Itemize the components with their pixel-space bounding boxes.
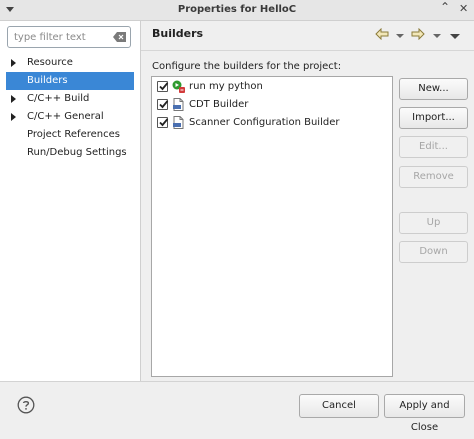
filter-box[interactable] [7,26,131,48]
import-button[interactable]: Import... [399,107,468,129]
edit-button[interactable]: Edit... [399,136,468,158]
help-icon[interactable] [17,396,35,414]
builder-icon [173,116,184,129]
tree-item-label: C/C++ General [27,111,104,122]
builder-checkbox[interactable] [157,117,169,128]
forward-history-dropdown-icon[interactable] [433,28,441,40]
cancel-button[interactable]: Cancel [299,394,379,418]
back-history-dropdown-icon[interactable] [396,28,404,40]
bottom-separator [0,381,474,382]
tree-item-label: Resource [27,57,73,68]
builder-label: Scanner Configuration Builder [189,117,340,128]
expand-arrow-icon[interactable] [11,59,16,67]
checkmark-icon [159,118,169,127]
tree-item-project-references[interactable]: Project References [0,126,140,144]
checkmark-icon [159,82,169,91]
builder-checkbox[interactable] [157,81,169,92]
tree-item-builders[interactable]: Builders [6,72,134,90]
new-button[interactable]: New... [399,78,468,100]
remove-button[interactable]: Remove [399,166,468,188]
tree-item-cpp-general[interactable]: C/C++ General [0,108,140,126]
apply-and-close-button[interactable]: Apply and Close [384,394,465,433]
expand-arrow-icon[interactable] [11,113,16,121]
builder-label: run my python [189,81,263,92]
tree-item-label: Builders [27,75,68,86]
expand-arrow-icon[interactable] [11,95,16,103]
forward-arrow-icon[interactable] [411,28,425,40]
builder-list[interactable]: run my python CDT Builder Scanner Config… [151,76,393,377]
close-icon[interactable]: ✕ [459,2,468,15]
up-button[interactable]: Up [399,212,468,234]
clear-filter-icon[interactable] [113,32,126,42]
builder-icon [173,98,184,111]
checkmark-icon [159,100,169,109]
window-title: Properties for HelloC [177,4,297,15]
builder-checkbox[interactable] [157,99,169,110]
title-bar: Properties for HelloC ⌃ ✕ [0,0,474,21]
property-tree: Resource Builders C/C++ Build C/C++ Gene… [0,54,140,162]
page-title: Builders [152,27,204,40]
tree-item-label: Run/Debug Settings [27,147,127,158]
builder-label: CDT Builder [189,99,249,110]
tree-item-resource[interactable]: Resource [0,54,140,72]
tree-item-label: Project References [27,129,120,140]
tree-item-run-debug-settings[interactable]: Run/Debug Settings [0,144,140,162]
view-menu-icon[interactable] [450,28,460,40]
builders-description: Configure the builders for the project: [152,61,342,72]
tree-item-cpp-build[interactable]: C/C++ Build [0,90,140,108]
filter-input[interactable] [14,30,110,44]
external-tool-icon [172,80,185,93]
back-arrow-icon[interactable] [375,28,389,40]
header-separator [141,50,474,51]
down-button[interactable]: Down [399,241,468,263]
tree-item-label: C/C++ Build [27,93,90,104]
minimize-icon[interactable]: ⌃ [440,0,450,14]
